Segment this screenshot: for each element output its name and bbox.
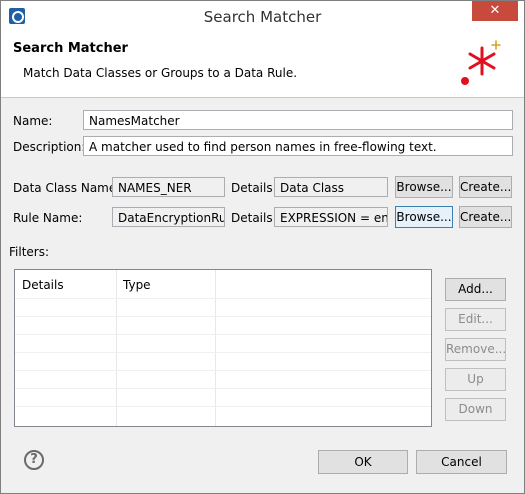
name-input[interactable]: NamesMatcher xyxy=(83,110,513,130)
header-title: Search Matcher xyxy=(13,41,128,56)
rule-details-label: Details: xyxy=(231,211,277,225)
rule-create-button[interactable]: Create... xyxy=(459,206,512,228)
column-divider xyxy=(116,270,117,426)
help-icon[interactable]: ? xyxy=(24,450,44,470)
rule-details-field: EXPRESSION = enc_t xyxy=(274,207,388,227)
cancel-button[interactable]: Cancel xyxy=(416,450,507,474)
filters-label: Filters: xyxy=(9,245,50,259)
header-subtitle: Match Data Classes or Groups to a Data R… xyxy=(23,66,298,80)
row-divider xyxy=(15,406,431,407)
row-divider xyxy=(15,316,431,317)
window-title: Search Matcher xyxy=(203,8,322,26)
column-divider xyxy=(215,270,216,426)
rule-browse-button[interactable]: Browse... xyxy=(395,206,453,228)
data-class-browse-button[interactable]: Browse... xyxy=(395,176,453,198)
data-class-field: NAMES_NER xyxy=(112,177,225,197)
move-down-button[interactable]: Down xyxy=(445,398,506,421)
data-class-create-button[interactable]: Create... xyxy=(459,176,512,198)
row-divider xyxy=(15,298,431,299)
row-divider xyxy=(15,388,431,389)
data-class-label: Data Class Name: xyxy=(13,181,121,195)
name-label: Name: xyxy=(13,114,53,128)
move-up-button[interactable]: Up xyxy=(445,368,506,391)
rule-name-label: Rule Name: xyxy=(13,211,83,225)
ok-button[interactable]: OK xyxy=(318,450,408,474)
add-filter-button[interactable]: Add... xyxy=(445,278,506,301)
column-header-type[interactable]: Type xyxy=(123,278,151,292)
table-header: Details Type xyxy=(15,270,431,298)
data-class-details-field: Data Class xyxy=(274,177,388,197)
row-divider xyxy=(15,352,431,353)
description-input[interactable]: A matcher used to find person names in f… xyxy=(83,136,513,156)
row-divider xyxy=(15,370,431,371)
data-class-details-label: Details: xyxy=(231,181,277,195)
row-divider xyxy=(15,334,431,335)
filters-table[interactable]: Details Type xyxy=(14,269,432,427)
description-label: Description: xyxy=(13,140,86,154)
column-header-details[interactable]: Details xyxy=(22,278,64,292)
dialog-window: Search Matcher ✕ Search Matcher Match Da… xyxy=(0,0,525,494)
edit-filter-button[interactable]: Edit... xyxy=(445,308,506,331)
remove-filter-button[interactable]: Remove... xyxy=(445,338,506,361)
title-bar: Search Matcher ✕ xyxy=(1,1,524,32)
close-button[interactable]: ✕ xyxy=(472,1,518,21)
wizard-header: Search Matcher Match Data Classes or Gro… xyxy=(1,32,524,98)
rule-name-field: DataEncryptionRule xyxy=(112,207,225,227)
matcher-logo-icon xyxy=(461,40,501,85)
